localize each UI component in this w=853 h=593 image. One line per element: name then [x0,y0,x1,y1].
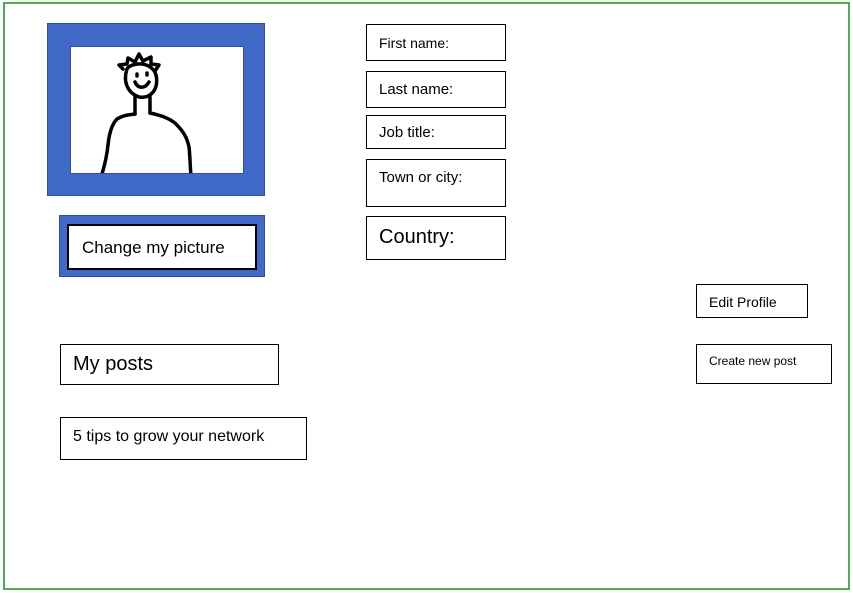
my-posts-label: My posts [73,353,154,375]
town-or-city-label: Town or city: [379,169,463,186]
job-title-field[interactable]: Job title: [366,115,506,149]
town-or-city-field[interactable]: Town or city: [366,159,506,207]
change-picture-button[interactable]: Change my picture [67,224,257,270]
last-name-label: Last name: [379,81,454,98]
last-name-field[interactable]: Last name: [366,71,506,108]
create-new-post-button[interactable]: Create new post [696,344,832,384]
edit-profile-button[interactable]: Edit Profile [696,284,808,318]
stick-figure-drawing [100,52,193,178]
create-new-post-label: Create new post [709,354,797,368]
first-name-label: First name: [379,35,450,51]
first-name-field[interactable]: First name: [366,24,506,61]
profile-picture [70,46,244,178]
country-label: Country: [379,226,455,248]
my-posts-heading: My posts [60,344,279,385]
country-field[interactable]: Country: [366,216,506,260]
change-picture-button-frame: Change my picture [59,215,265,277]
profile-picture-frame [47,23,265,196]
post-title: 5 tips to grow your network [73,428,265,445]
post-link[interactable]: 5 tips to grow your network [60,417,307,460]
edit-profile-label: Edit Profile [709,294,777,310]
job-title-label: Job title: [379,124,435,141]
